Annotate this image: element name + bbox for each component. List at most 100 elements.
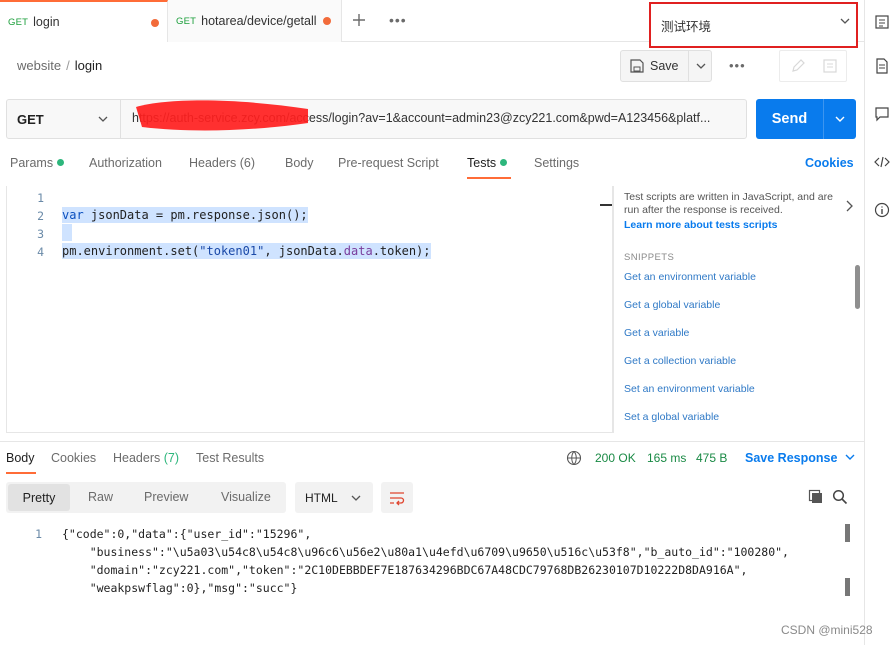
edit-icon[interactable] xyxy=(790,58,806,74)
method-label: GET xyxy=(17,111,44,127)
format-raw[interactable]: Raw xyxy=(88,490,113,504)
response-tab-cookies[interactable]: Cookies xyxy=(51,451,96,465)
cookies-link[interactable]: Cookies xyxy=(805,156,854,170)
send-button[interactable]: Send xyxy=(756,99,823,139)
new-tab-plus-icon[interactable] xyxy=(352,10,366,33)
search-icon[interactable] xyxy=(832,489,848,505)
snippet-item[interactable]: Get a variable xyxy=(624,327,689,339)
chevron-down-icon xyxy=(696,63,705,69)
globe-icon[interactable] xyxy=(566,450,582,466)
snippet-item[interactable]: Set a global variable xyxy=(624,411,719,423)
response-divider xyxy=(0,441,864,442)
copy-icon[interactable] xyxy=(808,489,824,505)
selection-highlight xyxy=(62,224,72,241)
response-time[interactable]: 165 ms xyxy=(647,451,686,465)
response-size[interactable]: 475 B xyxy=(696,451,727,465)
learn-more-link[interactable]: Learn more about tests scripts xyxy=(624,219,777,231)
tab-authorization[interactable]: Authorization xyxy=(89,156,162,170)
environment-label: 测试环境 xyxy=(661,19,712,34)
chevron-down-icon xyxy=(98,116,108,122)
response-tab-body[interactable]: Body xyxy=(6,451,35,465)
active-tab-indicator xyxy=(467,177,511,179)
snippets-scrollbar[interactable] xyxy=(855,265,860,309)
chevron-down-icon xyxy=(840,18,850,24)
info-icon[interactable] xyxy=(874,202,890,218)
snippet-item[interactable]: Get a global variable xyxy=(624,299,720,311)
format-preview[interactable]: Preview xyxy=(144,490,188,504)
test-script-editor[interactable] xyxy=(6,186,613,433)
tab-headers[interactable]: Headers (6) xyxy=(189,156,255,170)
active-response-tab-indicator xyxy=(6,472,36,474)
code-line[interactable]: pm.environment.set("token01", jsonData.d… xyxy=(62,243,431,259)
redaction-scribble xyxy=(136,100,308,131)
method-select[interactable]: GET xyxy=(7,100,121,138)
line-number: 1 xyxy=(35,527,42,541)
chevron-right-icon[interactable] xyxy=(845,200,853,212)
save-label: Save xyxy=(650,59,679,73)
comments-icon[interactable] xyxy=(874,106,890,122)
tab-tests[interactable]: Tests xyxy=(467,156,508,170)
send-options-button[interactable] xyxy=(823,99,856,139)
save-button[interactable]: Save xyxy=(622,51,686,81)
line-number: 4 xyxy=(37,245,44,259)
save-options-button[interactable] xyxy=(688,51,712,81)
response-scrollbar[interactable] xyxy=(845,578,850,596)
editor-divider xyxy=(613,186,614,433)
save-icon xyxy=(630,59,644,73)
snippets-heading: SNIPPETS xyxy=(624,252,675,263)
breadcrumb-request[interactable]: login xyxy=(75,58,102,73)
tab-tests-label: Tests xyxy=(467,156,497,170)
format-pretty[interactable]: Pretty xyxy=(8,484,70,511)
response-headers-label: Headers xyxy=(113,451,161,465)
format-visualize[interactable]: Visualize xyxy=(221,490,271,504)
comment-icon[interactable] xyxy=(822,58,838,74)
tab-method: GET xyxy=(176,15,197,27)
breadcrumb: website / login xyxy=(17,58,102,73)
line-number: 3 xyxy=(37,227,44,241)
response-scrollbar[interactable] xyxy=(845,524,850,542)
response-tab-test-results[interactable]: Test Results xyxy=(196,451,264,465)
request-icon-group xyxy=(779,50,847,82)
response-tab-headers[interactable]: Headers (7) xyxy=(113,451,179,465)
language-select[interactable]: HTML xyxy=(295,482,373,513)
watermark: CSDN @mini528 xyxy=(781,623,873,637)
wrap-lines-button[interactable] xyxy=(381,482,413,513)
snippet-item[interactable]: Get an environment variable xyxy=(624,271,756,283)
breadcrumb-separator: / xyxy=(66,58,70,73)
tab-body[interactable]: Body xyxy=(285,156,314,170)
tab-authorization-label: Authorization xyxy=(89,156,162,170)
chevron-down-icon xyxy=(835,116,845,122)
response-body-line[interactable]: "business":"\u5a03\u54c8\u54c8\u96c6\u56… xyxy=(62,545,789,559)
tab-login[interactable]: GET login xyxy=(0,0,168,42)
tab-label: hotarea/device/getall xyxy=(201,14,317,28)
environment-selector[interactable]: 测试环境 xyxy=(649,2,858,48)
response-body-line[interactable]: "weakpswflag":0},"msg":"succ"} xyxy=(62,581,298,595)
chevron-down-icon xyxy=(351,495,361,501)
tab-hotarea[interactable]: GET hotarea/device/getall xyxy=(168,0,342,42)
editor-scroll-marker xyxy=(600,204,612,206)
api-docs-icon[interactable] xyxy=(874,14,890,30)
snippets-description: Test scripts are written in JavaScript, … xyxy=(624,191,833,216)
more-tabs-icon[interactable]: ••• xyxy=(389,12,407,28)
snippet-item[interactable]: Get a collection variable xyxy=(624,355,736,367)
snippet-item[interactable]: Set an environment variable xyxy=(624,383,755,395)
breadcrumb-collection[interactable]: website xyxy=(17,58,61,73)
line-number: 1 xyxy=(37,191,44,205)
code-icon[interactable] xyxy=(874,154,890,170)
document-icon[interactable] xyxy=(874,58,890,74)
tab-method: GET xyxy=(8,16,29,28)
right-sidebar xyxy=(864,0,893,645)
response-headers-count: (7) xyxy=(163,451,180,465)
tab-settings[interactable]: Settings xyxy=(534,156,579,170)
response-body-line[interactable]: "domain":"zcy221.com","token":"2C10DEBBD… xyxy=(62,563,748,577)
active-dot-icon xyxy=(500,159,508,166)
code-line[interactable]: var jsonData = pm.response.json(); xyxy=(62,207,308,223)
tab-pre-request-script[interactable]: Pre-request Script xyxy=(338,156,439,170)
tab-params[interactable]: Params xyxy=(10,156,65,170)
save-response-button[interactable]: Save Response xyxy=(745,451,855,465)
status-code[interactable]: 200 OK xyxy=(595,451,636,465)
unsaved-dot-icon xyxy=(151,19,159,27)
response-body-line[interactable]: {"code":0,"data":{"user_id":"15296", xyxy=(62,527,311,541)
save-response-label: Save Response xyxy=(745,451,838,465)
more-actions-button[interactable]: ••• xyxy=(729,58,746,73)
